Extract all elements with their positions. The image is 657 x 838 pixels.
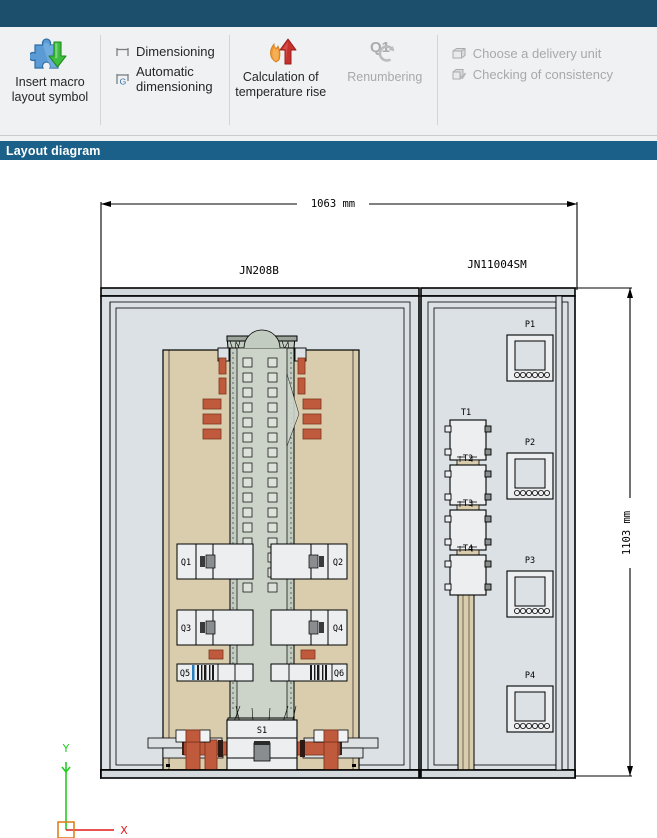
q1-refresh-icon: Q1 [367,35,403,67]
automatic-dimensioning-label: Automatic dimensioning [136,64,213,94]
device-label-q2: Q2 [333,558,343,568]
device-label-t1: T1 [461,408,471,418]
renumbering-label: Renumbering [347,70,423,84]
height-dimension: 1103 mm [575,287,638,777]
box-icon [451,45,468,62]
ribbon-group-delivery: Choose a delivery unit Checking of consi… [436,27,627,135]
ribbon-toolbar: Insert macro layout symbol Dimensioning [0,27,657,136]
svg-text:G: G [119,77,126,87]
automatic-dimensioning-button[interactable]: G Automatic dimensioning [112,62,219,96]
width-dimension-label: 1063 mm [311,198,355,210]
application-window: Insert macro layout symbol Dimensioning [0,0,657,838]
calculation-temperature-rise-button[interactable]: Calculation of temperature rise [229,27,333,100]
checking-of-consistency-label: Checking of consistency [472,67,613,82]
title-strip [0,0,657,27]
caption-title: Layout diagram [6,143,101,158]
box-check-icon [451,66,468,83]
device-label-p3: P3 [525,556,535,566]
width-dimension: 1063 mm [100,196,578,290]
device-label-q1: Q1 [181,558,191,568]
device-label-q5: Q5 [180,669,190,679]
layout-diagram-caption-bar: Layout diagram [0,141,657,160]
axis-label-y: Y [62,742,70,755]
insert-macro-layout-symbol-label: Insert macro layout symbol [11,75,89,104]
axis-label-x: X [120,824,128,837]
layout-drawing: 1063 mm 1103 mm JN208B JN11004SM Q1 Q2 Q… [57,196,638,838]
ribbon-group-insert: Insert macro layout symbol [0,27,100,135]
device-label-s1: S1 [257,726,267,736]
choose-delivery-unit-button[interactable]: Choose a delivery unit [449,43,617,64]
device-label-q4: Q4 [333,624,343,634]
device-label-p4: P4 [525,671,535,681]
checking-of-consistency-button[interactable]: Checking of consistency [449,64,617,85]
dimension-line-icon [114,43,131,60]
height-dimension-label: 1103 mm [621,511,633,555]
insert-macro-layout-symbol-button[interactable]: Insert macro layout symbol [0,27,100,105]
device-label-q3: Q3 [181,624,191,634]
device-label-t2: T2 [463,454,473,464]
right-panel-label: JN11004SM [467,258,527,271]
device-label-t4: T4 [463,544,473,554]
device-label-q6: Q6 [334,669,344,679]
ribbon-group-dimensioning: Dimensioning G Automatic dimensioning [100,27,229,135]
auto-dimension-icon: G [114,71,131,88]
puzzle-down-arrow-icon [30,35,70,73]
flame-arrow-icon [263,35,299,67]
renumbering-button[interactable]: Q1 Renumbering [333,27,437,85]
dimensioning-label: Dimensioning [136,44,215,59]
choose-delivery-unit-label: Choose a delivery unit [472,46,602,61]
device-label-t3: T3 [463,499,473,509]
device-label-p1: P1 [525,320,535,330]
layout-diagram-canvas[interactable]: 1063 mm 1103 mm JN208B JN11004SM Q1 Q2 Q… [0,160,657,838]
device-label-p2: P2 [525,438,535,448]
calculation-temperature-rise-label: Calculation of temperature rise [235,70,327,99]
ribbon-group-calculation: Calculation of temperature rise Q1 Renum… [228,27,437,135]
dimensioning-button[interactable]: Dimensioning [112,41,219,62]
left-panel-label: JN208B [239,264,279,277]
